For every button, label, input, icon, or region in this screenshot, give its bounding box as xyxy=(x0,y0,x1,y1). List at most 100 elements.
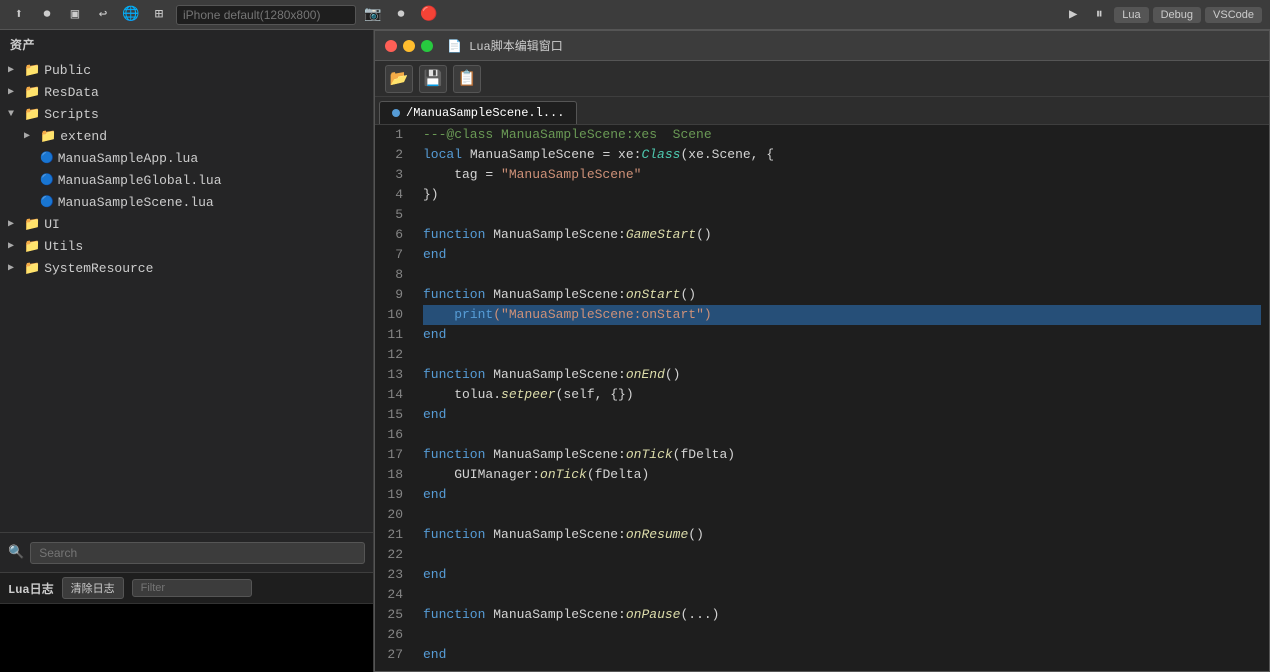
code-editor[interactable]: 1234567891011121314151617181920212223242… xyxy=(375,125,1269,671)
tree-item-utils[interactable]: ▶ 📁 Utils xyxy=(0,235,373,257)
token: (xe.Scene, { xyxy=(680,145,774,165)
code-line-19: end xyxy=(423,485,1261,505)
folder-icon-resdata: 📁 xyxy=(24,85,40,100)
saveas-icon: 📋 xyxy=(458,69,477,88)
tree-item-ui[interactable]: ▶ 📁 UI xyxy=(0,213,373,235)
toolbar-icon-pause[interactable]: ⏸ xyxy=(1088,4,1110,26)
token: ManuaSampleScene = xe: xyxy=(462,145,641,165)
file-tab-active[interactable]: /ManuaSampleScene.l... xyxy=(379,101,577,124)
code-line-16 xyxy=(423,425,1261,445)
toolbar-icon-2[interactable]: ⏺ xyxy=(36,4,58,26)
toolbar-icon-6[interactable]: ⊞ xyxy=(148,4,170,26)
lua-log-panel: Lua日志 清除日志 xyxy=(0,572,373,672)
code-line-13: function ManuaSampleScene:onEnd() xyxy=(423,365,1261,385)
token: function xyxy=(423,285,485,305)
filter-input[interactable] xyxy=(132,579,252,597)
code-line-12 xyxy=(423,345,1261,365)
token: () xyxy=(696,225,712,245)
window-minimize-dot[interactable] xyxy=(403,40,415,52)
code-line-1: ---@class ManuaSampleScene:xes Scene xyxy=(423,125,1261,145)
device-selector[interactable] xyxy=(176,5,356,25)
main-area: 资产 ▶ 📁 Public ▶ 📁 ResData ▼ 📁 Scripts xyxy=(0,30,1270,672)
toolbar-icon-1[interactable]: ⬆ xyxy=(8,4,30,26)
folder-icon-systemresource: 📁 xyxy=(24,261,40,276)
line-number-9: 9 xyxy=(383,285,403,305)
line-number-7: 7 xyxy=(383,245,403,265)
tree-label-resdata: ResData xyxy=(44,85,99,100)
line-number-14: 14 xyxy=(383,385,403,405)
debug-button[interactable]: Lua xyxy=(1114,7,1148,23)
line-number-3: 3 xyxy=(383,165,403,185)
toolbar-icon-3[interactable]: ▣ xyxy=(64,4,86,26)
line-number-4: 4 xyxy=(383,185,403,205)
line-number-25: 25 xyxy=(383,605,403,625)
code-line-14: tolua.setpeer(self, {}) xyxy=(423,385,1261,405)
file-icon-manualsamplescene: 🔵 xyxy=(40,195,54,209)
tree-item-extend[interactable]: ▶ 📁 extend xyxy=(0,125,373,147)
line-number-11: 11 xyxy=(383,325,403,345)
tree-item-systemresource[interactable]: ▶ 📁 SystemResource xyxy=(0,257,373,279)
token: (fDelta) xyxy=(673,445,735,465)
lua-button[interactable]: Debug xyxy=(1153,7,1201,23)
tree-item-public[interactable]: ▶ 📁 Public xyxy=(0,59,373,81)
lua-editor-window: 📄 Lua脚本编辑窗口 📂 💾 📋 / xyxy=(374,30,1270,672)
arrow-ui: ▶ xyxy=(8,218,24,230)
code-line-11: end xyxy=(423,325,1261,345)
save-as-button[interactable]: 📋 xyxy=(453,65,481,93)
lua-log-title: Lua日志 xyxy=(8,580,54,597)
open-file-button[interactable]: 📂 xyxy=(385,65,413,93)
line-number-24: 24 xyxy=(383,585,403,605)
token: (self, {}) xyxy=(556,385,634,405)
token: function xyxy=(423,605,485,625)
folder-icon-public: 📁 xyxy=(24,63,40,78)
token: GameStart xyxy=(626,225,696,245)
line-number-10: 10 xyxy=(383,305,403,325)
toolbar-icon-snap[interactable]: 📷 xyxy=(362,4,384,26)
code-line-24 xyxy=(423,585,1261,605)
line-number-19: 19 xyxy=(383,485,403,505)
token: onEnd xyxy=(626,365,665,385)
folder-icon-scripts: 📁 xyxy=(24,107,40,122)
token: () xyxy=(688,525,704,545)
window-close-dot[interactable] xyxy=(385,40,397,52)
toolbar-icon-4[interactable]: ↩ xyxy=(92,4,114,26)
token: () xyxy=(680,285,696,305)
code-line-21: function ManuaSampleScene:onResume() xyxy=(423,525,1261,545)
tree-item-manualsampleapp[interactable]: 🔵 ManuaSampleApp.lua xyxy=(0,147,373,169)
token: onTick xyxy=(540,465,587,485)
code-line-7: end xyxy=(423,245,1261,265)
tree-item-manualsamplescene[interactable]: 🔵 ManuaSampleScene.lua xyxy=(0,191,373,213)
lua-window-title: 📄 Lua脚本编辑窗口 xyxy=(447,37,563,54)
line-number-27: 27 xyxy=(383,645,403,665)
lua-window-icon: 📄 xyxy=(447,40,462,54)
tree-label-ui: UI xyxy=(44,217,60,232)
tree-item-resdata[interactable]: ▶ 📁 ResData xyxy=(0,81,373,103)
token xyxy=(423,305,454,325)
window-maximize-dot[interactable] xyxy=(421,40,433,52)
code-line-20 xyxy=(423,505,1261,525)
token: ManuaSampleScene: xyxy=(485,225,625,245)
vscode-button[interactable]: VSCode xyxy=(1205,7,1262,23)
token: function xyxy=(423,365,485,385)
tree-label-manualsamplescene: ManuaSampleScene.lua xyxy=(58,195,214,210)
arrow-public: ▶ xyxy=(8,64,24,76)
toolbar-icon-stop[interactable]: 🔴 xyxy=(418,4,440,26)
toolbar-icon-5[interactable]: 🌐 xyxy=(120,4,142,26)
line-number-17: 17 xyxy=(383,445,403,465)
token: onPause xyxy=(626,605,681,625)
token: tolua. xyxy=(423,385,501,405)
save-file-button[interactable]: 💾 xyxy=(419,65,447,93)
tree-item-scripts[interactable]: ▼ 📁 Scripts xyxy=(0,103,373,125)
token: ManuaSampleScene: xyxy=(485,605,625,625)
token: }) xyxy=(423,185,439,205)
tree-item-manualsampleglobal[interactable]: 🔵 ManuaSampleGlobal.lua xyxy=(0,169,373,191)
token: (...) xyxy=(680,605,719,625)
arrow-resdata: ▶ xyxy=(8,86,24,98)
toolbar-icon-rec[interactable]: ⏺ xyxy=(390,4,412,26)
code-line-4: }) xyxy=(423,185,1261,205)
clear-log-button[interactable]: 清除日志 xyxy=(62,577,124,599)
line-number-26: 26 xyxy=(383,625,403,645)
search-input[interactable] xyxy=(30,542,365,564)
toolbar-icon-play[interactable]: ▶ xyxy=(1062,4,1084,26)
code-line-17: function ManuaSampleScene:onTick(fDelta) xyxy=(423,445,1261,465)
